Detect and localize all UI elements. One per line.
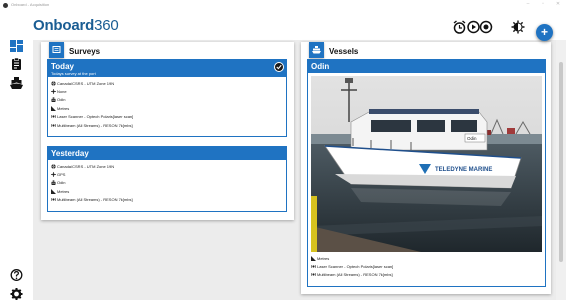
survey-yesterday-details: Canada/CSRS - UTM Zone 19N GPS Odin Metr… <box>51 162 133 204</box>
coord-system-text: Canada/CSRS - UTM Zone 19N <box>57 80 115 86</box>
vessels-panel: Vessels Odin TELEDYNE MARINE Odin Metres… <box>301 42 551 294</box>
window-titlebar: Onboard - Acquisition – ▫ ✕ <box>0 0 566 12</box>
globe-icon <box>51 164 56 169</box>
scrollbar-thumb[interactable] <box>559 62 563 262</box>
vessel-details: Metres Laser Scanner - Optech Polaris[la… <box>311 254 393 279</box>
multibeam-sensor-text: Multibeam (All Streams) - RESON 7k[mbs] <box>57 122 133 128</box>
units-icon <box>51 105 56 111</box>
vessel-icon <box>51 180 56 186</box>
multibeam-sensor-text: Multibeam (All Streams) - RESON 7k[mbs] <box>317 272 393 278</box>
sonar-icon <box>51 123 56 127</box>
survey-card-today[interactable]: Today Todays survey at the port Canada/C… <box>47 59 287 137</box>
vessel-text: Odin <box>57 97 66 103</box>
list-item: Laser Scanner - Optech Polaris[laser sca… <box>51 113 133 121</box>
vessels-panel-title: Vessels <box>329 47 359 56</box>
vessel-card-header: Odin <box>308 60 545 73</box>
laser-sensor-text: Laser Scanner - Optech Polaris[laser sca… <box>317 264 394 270</box>
app-header: Onboard360 <box>0 12 566 40</box>
list-item: Canada/CSRS - UTM Zone 19N <box>51 162 133 170</box>
sonar-icon <box>311 273 316 277</box>
boat-name-plate: Odin <box>467 136 477 141</box>
vessel-icon <box>51 97 56 103</box>
brand-light: 360 <box>94 17 119 34</box>
list-item: Multibeam (All Streams) - RESON 7k[mbs] <box>51 196 133 204</box>
survey-card-title: Yesterday <box>51 149 89 158</box>
globe-icon <box>51 81 56 86</box>
settings-gear-icon[interactable] <box>10 288 23 300</box>
vessel-text: Odin <box>57 180 66 186</box>
add-button[interactable]: + <box>536 24 553 41</box>
survey-card-yesterday[interactable]: Yesterday Canada/CSRS - UTM Zone 19N GPS… <box>47 146 287 212</box>
units-text: Metres <box>317 255 330 261</box>
survey-card-title: Today <box>51 62 74 71</box>
list-item: Odin <box>51 96 133 104</box>
surveys-panel-icon-box <box>49 42 64 58</box>
positioning-text: None <box>57 89 67 95</box>
vessel-card-odin[interactable]: Odin TELEDYNE MARINE Odin Metres Laser S… <box>307 59 546 287</box>
positioning-icon <box>51 89 56 95</box>
brand-bold: Onboard <box>33 17 95 34</box>
app-icon <box>3 3 8 8</box>
dashboard-icon[interactable] <box>10 40 23 52</box>
alarm-clock-icon[interactable] <box>453 20 466 34</box>
list-item: Metres <box>51 187 133 195</box>
hull-brand-text: TELEDYNE MARINE <box>435 167 492 173</box>
list-item: Laser Scanner - Optech Polaris[laser sca… <box>311 262 393 270</box>
main-content: Surveys Today Todays survey at the port … <box>33 40 556 300</box>
vessel-nav-icon[interactable] <box>10 77 23 89</box>
vessel-photo: TELEDYNE MARINE Odin <box>311 76 542 252</box>
units-text: Metres <box>57 105 70 111</box>
surveys-panel: Surveys Today Todays survey at the port … <box>41 42 294 220</box>
brightness-toggle-icon[interactable] <box>511 20 525 34</box>
list-item: GPS <box>51 170 133 178</box>
active-check-icon <box>274 62 284 72</box>
survey-today-details: Canada/CSRS - UTM Zone 19N None Odin Met… <box>51 79 133 129</box>
list-item: None <box>51 87 133 95</box>
list-item: Odin <box>51 179 133 187</box>
record-settings-icon[interactable] <box>479 20 493 34</box>
clipboard-icon[interactable] <box>10 58 23 70</box>
laser-icon <box>51 115 56 119</box>
survey-card-yesterday-header: Yesterday <box>48 147 286 160</box>
units-text: Metres <box>57 188 70 194</box>
positioning-icon <box>51 172 56 178</box>
positioning-text: GPS <box>57 172 66 178</box>
units-icon <box>311 255 316 261</box>
units-icon <box>51 188 56 194</box>
survey-list-icon <box>52 46 61 53</box>
multibeam-sensor-text: Multibeam (All Streams) - RESON 7k[mbs] <box>57 197 133 203</box>
vessel-card-title: Odin <box>311 62 330 71</box>
help-icon[interactable] <box>10 269 23 281</box>
minimize-button[interactable]: – <box>523 1 533 7</box>
vessels-panel-icon-box <box>309 42 324 58</box>
app-logo: Onboard360 <box>33 17 119 34</box>
close-button[interactable]: ✕ <box>553 1 563 7</box>
surveys-panel-title: Surveys <box>69 47 101 56</box>
laser-sensor-text: Laser Scanner - Optech Polaris[laser sca… <box>57 114 134 120</box>
window-title: Onboard - Acquisition <box>11 2 50 7</box>
survey-card-today-header: Today Todays survey at the port <box>48 60 286 77</box>
vertical-scrollbar[interactable] <box>556 40 566 300</box>
laser-icon <box>311 265 316 268</box>
list-item: Multibeam (All Streams) - RESON 7k[mbs] <box>311 271 393 279</box>
sidebar <box>0 40 33 300</box>
list-item: Canada/CSRS - UTM Zone 19N <box>51 79 133 87</box>
list-item: Metres <box>51 104 133 112</box>
list-item: Multibeam (All Streams) - RESON 7k[mbs] <box>51 121 133 129</box>
coord-system-text: Canada/CSRS - UTM Zone 19N <box>57 163 115 169</box>
list-item: Metres <box>311 254 393 262</box>
vessel-icon <box>312 46 321 54</box>
survey-card-subtitle: Todays survey at the port <box>51 71 96 76</box>
sonar-icon <box>51 198 56 202</box>
maximize-button[interactable]: ▫ <box>538 1 548 7</box>
